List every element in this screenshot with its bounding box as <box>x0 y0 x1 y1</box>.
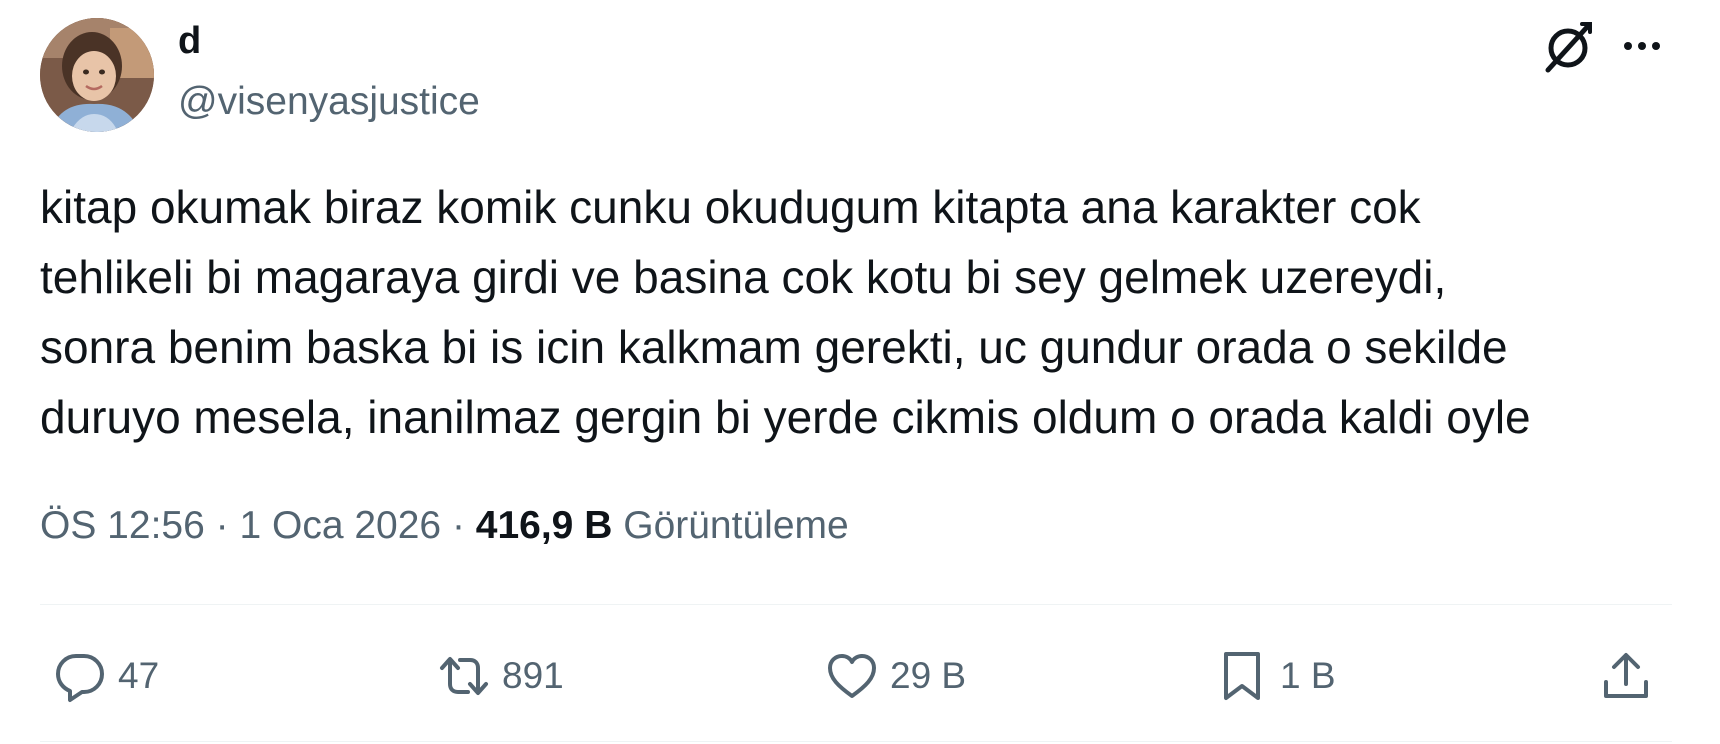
heart-icon <box>828 654 876 698</box>
tweet: d @visenyasjustice kitap okumak biraz ko… <box>0 0 1720 744</box>
views-label: Görüntüleme <box>623 504 849 547</box>
divider-bottom <box>40 741 1672 742</box>
tweet-text: kitap okumak biraz komik cunku okudugum … <box>40 181 1531 443</box>
more-dots-icon[interactable] <box>1618 26 1666 66</box>
avatar-photo <box>40 18 154 132</box>
divider <box>40 604 1672 605</box>
bookmark-icon <box>1224 652 1260 700</box>
bookmark-count: 1 B <box>1280 655 1336 696</box>
tweet-date[interactable]: 1 Oca 2026 <box>239 504 441 547</box>
like-button[interactable]: 29 B <box>824 646 966 706</box>
retweet-icon <box>440 657 488 695</box>
reply-count: 47 <box>118 655 160 696</box>
share-button[interactable] <box>1598 646 1654 706</box>
reply-button[interactable]: 47 <box>52 646 159 706</box>
reply-bubble-icon <box>56 654 104 702</box>
retweet-count: 891 <box>502 655 564 696</box>
meta-separator: · <box>204 504 240 547</box>
meta-separator-2: · <box>441 504 476 547</box>
bookmark-button[interactable]: 1 B <box>1214 646 1336 706</box>
share-upload-icon <box>1604 653 1648 698</box>
views-count: 416,9 B <box>475 504 613 547</box>
user-handle[interactable]: @visenyasjustice <box>178 78 480 126</box>
grok-icon[interactable] <box>1540 18 1596 74</box>
display-name[interactable]: d <box>178 18 201 64</box>
retweet-button[interactable]: 891 <box>436 646 564 706</box>
like-count: 29 B <box>890 655 967 696</box>
tweet-time[interactable]: ÖS 12:56 <box>40 504 205 547</box>
avatar[interactable] <box>40 18 154 132</box>
tweet-meta: ÖS 12:56 · 1 Oca 2026 · 416,9 B Görüntül… <box>40 500 849 552</box>
